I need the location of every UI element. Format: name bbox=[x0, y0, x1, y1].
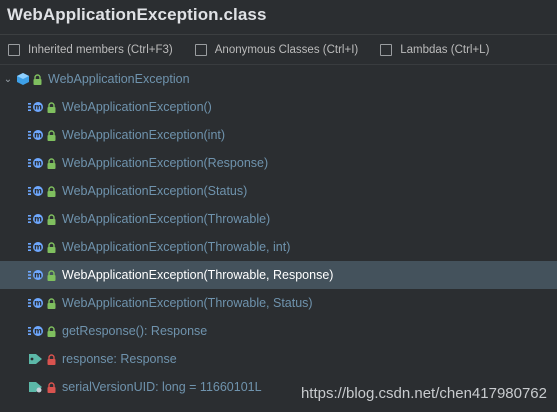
svg-text:m: m bbox=[34, 299, 42, 308]
lock-public-icon bbox=[33, 73, 42, 85]
tree-member-row[interactable]: m WebApplicationException(Throwable, Stat… bbox=[0, 289, 557, 317]
tree-member-row[interactable]: m WebApplicationException(Status) bbox=[0, 177, 557, 205]
member-label: WebApplicationException(Throwable) bbox=[62, 212, 271, 226]
lambdas-checkbox[interactable] bbox=[380, 43, 393, 56]
lambdas-label: Lambdas (Ctrl+L) bbox=[400, 43, 490, 56]
tree-root-class[interactable]: ⌄ WebApplicationException bbox=[0, 65, 557, 93]
anonymous-classes-checkbox[interactable] bbox=[194, 43, 207, 56]
lock-public-icon bbox=[47, 269, 56, 281]
method-icon: m bbox=[28, 269, 44, 281]
svg-text:m: m bbox=[34, 327, 42, 336]
tree-member-row[interactable]: m WebApplicationException(Throwable, Resp… bbox=[0, 261, 557, 289]
tree-member-row[interactable]: m WebApplicationException() bbox=[0, 93, 557, 121]
member-label: WebApplicationException(Status) bbox=[62, 184, 248, 198]
inherited-members-label: Inherited members (Ctrl+F3) bbox=[28, 43, 173, 56]
tree-member-row[interactable]: m getResponse(): Response bbox=[0, 317, 557, 345]
method-icon: m bbox=[28, 101, 44, 113]
lock-public-icon bbox=[47, 185, 56, 197]
tree-member-row[interactable]: m WebApplicationException(Response) bbox=[0, 149, 557, 177]
lock-public-icon bbox=[47, 241, 56, 253]
window-title: WebApplicationException.class bbox=[0, 0, 557, 35]
option-inherited-members[interactable]: Inherited members (Ctrl+F3) bbox=[8, 43, 173, 56]
svg-text:m: m bbox=[34, 103, 42, 112]
structure-tree: ⌄ WebApplicationException m WebApplicatio… bbox=[0, 65, 557, 401]
method-icon: m bbox=[28, 213, 44, 225]
tree-member-row[interactable]: response: Response bbox=[0, 345, 557, 373]
svg-text:m: m bbox=[34, 271, 42, 280]
method-icon: m bbox=[28, 157, 44, 169]
svg-text:m: m bbox=[34, 243, 42, 252]
option-lambdas[interactable]: Lambdas (Ctrl+L) bbox=[380, 43, 490, 56]
method-icon: m bbox=[28, 129, 44, 141]
tree-member-row[interactable]: m WebApplicationException(Throwable) bbox=[0, 205, 557, 233]
method-icon: m bbox=[28, 325, 44, 337]
member-label: WebApplicationException(Throwable, Statu… bbox=[62, 296, 313, 310]
watermark-text: https://blog.csdn.net/chen417980762 bbox=[300, 385, 547, 402]
svg-text:m: m bbox=[34, 131, 42, 140]
member-label: getResponse(): Response bbox=[62, 324, 208, 338]
chevron-down-icon[interactable]: ⌄ bbox=[2, 74, 14, 85]
member-label: WebApplicationException(Throwable, Respo… bbox=[62, 268, 334, 282]
class-icon bbox=[16, 72, 30, 86]
member-label: WebApplicationException() bbox=[62, 100, 212, 114]
member-label: serialVersionUID: long = 11660101L bbox=[62, 380, 262, 394]
field-icon bbox=[28, 353, 44, 365]
root-class-label: WebApplicationException bbox=[48, 72, 190, 86]
method-icon: m bbox=[28, 241, 44, 253]
svg-text:m: m bbox=[34, 187, 42, 196]
lock-private-icon bbox=[47, 381, 56, 393]
static-field-icon bbox=[28, 381, 44, 393]
inherited-members-checkbox[interactable] bbox=[8, 43, 20, 56]
lock-private-icon bbox=[47, 353, 56, 365]
filter-options-bar: Inherited members (Ctrl+F3) Anonymous Cl… bbox=[0, 35, 557, 65]
tree-member-row[interactable]: m WebApplicationException(int) bbox=[0, 121, 557, 149]
option-anonymous-classes[interactable]: Anonymous Classes (Ctrl+I) bbox=[194, 43, 359, 56]
lock-public-icon bbox=[47, 101, 56, 113]
lock-public-icon bbox=[47, 325, 56, 337]
lock-public-icon bbox=[47, 129, 56, 141]
member-label: WebApplicationException(Response) bbox=[62, 156, 269, 170]
svg-text:m: m bbox=[34, 159, 42, 168]
member-label: response: Response bbox=[62, 352, 177, 366]
member-label: WebApplicationException(int) bbox=[62, 128, 226, 142]
lock-public-icon bbox=[47, 157, 56, 169]
anonymous-classes-label: Anonymous Classes (Ctrl+I) bbox=[214, 43, 359, 56]
member-label: WebApplicationException(Throwable, int) bbox=[62, 240, 291, 254]
method-icon: m bbox=[28, 297, 44, 309]
tree-member-row[interactable]: m WebApplicationException(Throwable, int) bbox=[0, 233, 557, 261]
lock-public-icon bbox=[47, 213, 56, 225]
svg-text:m: m bbox=[34, 215, 42, 224]
lock-public-icon bbox=[47, 297, 56, 309]
method-icon: m bbox=[28, 185, 44, 197]
